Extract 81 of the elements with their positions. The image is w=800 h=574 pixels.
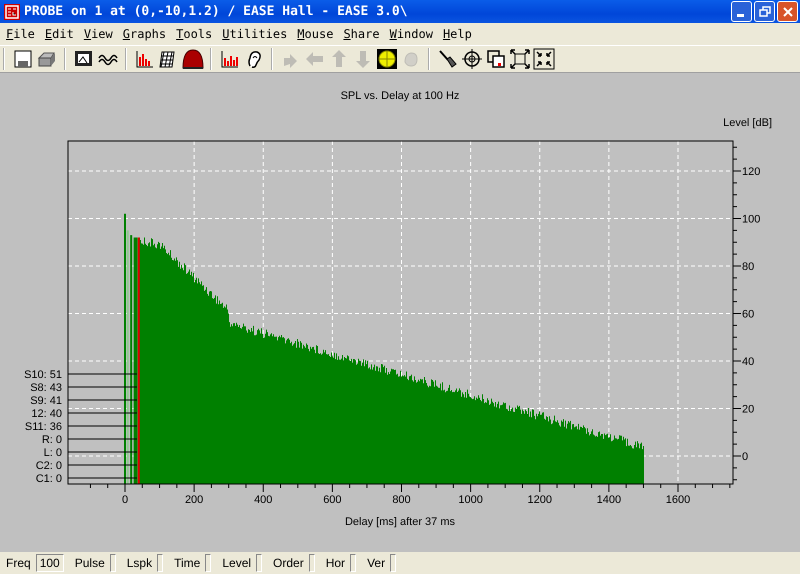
restore-button[interactable] bbox=[754, 1, 775, 22]
tick-label: 100 bbox=[742, 214, 760, 226]
close-icon bbox=[782, 6, 794, 18]
leader-line bbox=[68, 438, 138, 440]
minimize-button[interactable] bbox=[731, 1, 752, 22]
tick-label: 200 bbox=[184, 494, 204, 506]
histogram-icon bbox=[219, 48, 241, 70]
window-title: PROBE on 1 at (0,-10,1.2) / EASE Hall - EASE 3.0\ bbox=[24, 4, 409, 19]
restore-icon bbox=[758, 6, 770, 18]
tick-label: 40 bbox=[742, 356, 754, 368]
status-label: Pulse bbox=[74, 556, 106, 570]
status-label: Lspk bbox=[126, 556, 154, 570]
status-label: Freq bbox=[5, 556, 32, 570]
status-field bbox=[390, 554, 396, 572]
status-field bbox=[350, 554, 356, 572]
tick-label: 60 bbox=[742, 308, 754, 320]
tick-label: 400 bbox=[254, 494, 272, 506]
tick-label: 800 bbox=[392, 494, 411, 506]
axis-title: Level [dB] bbox=[723, 117, 772, 129]
status-field bbox=[256, 554, 262, 572]
status-field bbox=[205, 554, 212, 572]
shrink-icon bbox=[533, 48, 555, 70]
tick-label: 0 bbox=[122, 494, 128, 506]
status-field bbox=[157, 554, 164, 572]
tick-label: 1400 bbox=[596, 494, 622, 506]
source-label: C2: 0 bbox=[36, 460, 62, 472]
axis-title: Delay [ms] after 37 ms bbox=[344, 516, 456, 528]
tick-label: 80 bbox=[742, 261, 754, 273]
source-label: S10: 51 bbox=[24, 369, 62, 381]
status-label: Ver bbox=[366, 556, 386, 570]
crosshair-icon bbox=[461, 48, 483, 70]
source-label: 12: 40 bbox=[31, 408, 62, 420]
status-field bbox=[110, 554, 116, 572]
menu-item[interactable]: Help bbox=[438, 27, 478, 41]
menu-item[interactable]: Edit bbox=[40, 27, 80, 41]
source-label: L: 0 bbox=[44, 447, 62, 459]
menu-item[interactable]: Mouse bbox=[293, 27, 340, 41]
bar-graph-icon bbox=[134, 48, 156, 70]
shrink-button[interactable] bbox=[532, 47, 556, 71]
tick-label: 1200 bbox=[528, 494, 552, 506]
chart-title: SPL vs. Delay at 100 Hz bbox=[340, 90, 460, 102]
menu-item[interactable]: Window bbox=[386, 27, 439, 41]
dome-icon bbox=[182, 48, 204, 70]
tick-label: 1600 bbox=[666, 494, 690, 506]
tick-label: 600 bbox=[323, 494, 342, 506]
tick-label: 0 bbox=[742, 451, 748, 463]
tick-label: 20 bbox=[742, 404, 754, 416]
overlapping-windows-icon bbox=[485, 48, 507, 70]
save-icon bbox=[12, 48, 34, 70]
globe-icon bbox=[376, 48, 398, 70]
status-field: 100 bbox=[36, 554, 64, 572]
expand-icon bbox=[509, 48, 531, 70]
dome-button[interactable] bbox=[181, 47, 205, 71]
menu-item[interactable]: Utilities bbox=[218, 27, 294, 41]
leader-line bbox=[68, 412, 138, 414]
status-label: Level bbox=[221, 556, 252, 570]
menu-item[interactable]: Share bbox=[339, 27, 386, 41]
app-icon bbox=[4, 4, 20, 20]
source-label: S8: 43 bbox=[30, 382, 62, 394]
leader-line bbox=[68, 464, 138, 466]
probe-icon bbox=[437, 48, 459, 70]
menu-item[interactable]: File bbox=[2, 27, 41, 41]
tick-label: 1000 bbox=[458, 494, 483, 506]
source-label: S9: 41 bbox=[30, 395, 62, 407]
leader-line bbox=[68, 386, 138, 388]
globe-button[interactable] bbox=[375, 47, 399, 71]
status-field bbox=[308, 554, 315, 572]
tick-label: 120 bbox=[742, 166, 760, 178]
minimize-icon bbox=[736, 14, 744, 16]
status-label: Time bbox=[173, 556, 202, 570]
menu-item[interactable]: View bbox=[80, 27, 119, 41]
expand-button[interactable] bbox=[508, 47, 532, 71]
source-label: S11: 36 bbox=[24, 421, 62, 433]
menu-item[interactable]: Graphs bbox=[118, 27, 172, 41]
status-label: Order bbox=[272, 556, 305, 570]
source-label: C1: 0 bbox=[36, 473, 62, 485]
source-label: R: 0 bbox=[42, 434, 62, 446]
close-button[interactable] bbox=[777, 1, 798, 22]
crosshair-button[interactable] bbox=[460, 47, 484, 71]
status-label: Hor bbox=[324, 556, 346, 570]
menu-item[interactable]: Tools bbox=[172, 27, 218, 41]
